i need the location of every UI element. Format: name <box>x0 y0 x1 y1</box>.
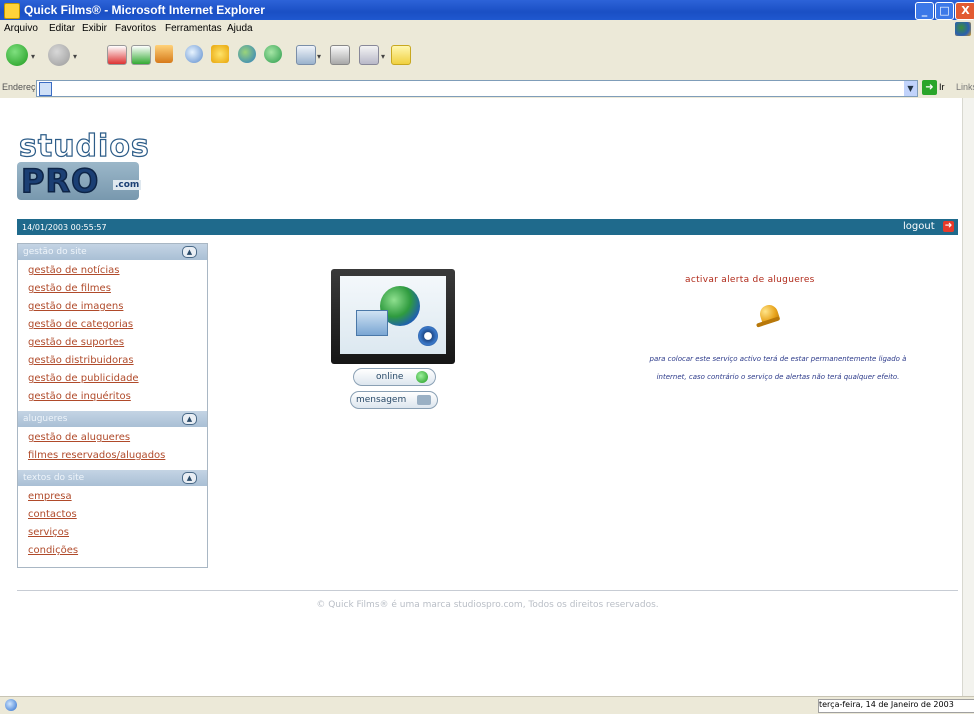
section-textos-site-header[interactable]: textos do site ▲ <box>18 470 207 486</box>
go-arrow-icon[interactable]: ➜ <box>922 80 937 95</box>
forward-icon[interactable] <box>48 44 70 66</box>
message-button[interactable]: mensagem <box>350 391 438 409</box>
alert-notice-line1: para colocar este serviço activo terá de… <box>649 355 907 363</box>
menu-item-contactos[interactable]: contactos <box>28 509 77 520</box>
menu-item-gestao-publicidade[interactable]: gestão de publicidade <box>28 373 139 384</box>
mail-dropdown-icon[interactable]: ▾ <box>317 52 321 61</box>
online-status-icon <box>416 371 428 383</box>
menu-item-gestao-distribuidoras[interactable]: gestão distribuidoras <box>28 355 134 366</box>
status-bar: terça-feira, 14 de Janeiro de 2003 <box>0 696 974 714</box>
menu-ajuda[interactable]: Ajuda <box>227 23 253 34</box>
menu-bar: Arquivo Editar Exibir Favoritos Ferramen… <box>0 20 974 39</box>
message-label: mensagem <box>356 395 407 405</box>
window-title-bar: Quick Films® - Microsoft Internet Explor… <box>0 0 974 20</box>
address-dropdown-icon[interactable]: ▼ <box>904 81 917 96</box>
alert-notice: para colocar este serviço activo terá de… <box>600 350 956 386</box>
refresh-icon[interactable] <box>131 45 151 65</box>
section-title: gestão do site <box>23 247 87 257</box>
menu-item-empresa[interactable]: empresa <box>28 491 72 502</box>
forward-dropdown-icon[interactable]: ▾ <box>73 52 77 61</box>
clock-tooltip: terça-feira, 14 de Janeiro de 2003 <box>818 699 974 713</box>
online-monitor-image <box>331 269 455 364</box>
history-icon[interactable] <box>264 45 282 63</box>
ie-app-icon <box>4 3 20 19</box>
menu-item-gestao-filmes[interactable]: gestão de filmes <box>28 283 111 294</box>
online-button[interactable]: online <box>353 368 436 386</box>
vertical-scrollbar[interactable] <box>962 98 974 696</box>
section-alugueres-header[interactable]: alugueres ▲ <box>18 411 207 427</box>
menu-editar[interactable]: Editar <box>49 23 75 34</box>
toolbar: ▾ ▾ ▾ ▾ <box>0 38 974 79</box>
logo-line1: studios <box>18 129 150 164</box>
print-icon[interactable] <box>330 45 350 65</box>
menu-exibir[interactable]: Exibir <box>82 23 107 34</box>
edit-icon[interactable] <box>359 45 379 65</box>
messenger-icon[interactable] <box>391 45 411 65</box>
status-strip: 14/01/2003 00:55:57 logout ➜ <box>17 219 958 235</box>
menu-item-gestao-categorias[interactable]: gestão de categorias <box>28 319 133 330</box>
activate-alert-link[interactable]: activar alerta de alugueres <box>685 275 815 285</box>
logout-link[interactable]: logout <box>903 221 935 232</box>
logo-suffix: .com <box>113 180 142 190</box>
window-title: Quick Films® - Microsoft Internet Explor… <box>24 3 265 17</box>
stop-icon[interactable] <box>107 45 127 65</box>
page-icon <box>39 82 52 96</box>
collapse-arrow-icon[interactable]: ▲ <box>182 413 197 425</box>
alert-notice-line2: internet, caso contrário o serviço de al… <box>656 373 900 381</box>
edit-dropdown-icon[interactable]: ▾ <box>381 52 385 61</box>
current-datetime: 14/01/2003 00:55:57 <box>22 223 107 232</box>
menu-item-gestao-imagens[interactable]: gestão de imagens <box>28 301 123 312</box>
close-button[interactable]: X <box>955 2 974 20</box>
search-icon[interactable] <box>185 45 203 63</box>
menu-ferramentas[interactable]: Ferramentas <box>165 23 222 34</box>
menu-item-gestao-alugueres[interactable]: gestão de alugueres <box>28 432 130 443</box>
menu-item-gestao-suportes[interactable]: gestão de suportes <box>28 337 124 348</box>
computer-icon <box>356 310 388 336</box>
go-button[interactable]: Ir <box>939 82 945 92</box>
footer-divider <box>17 590 958 591</box>
minimize-button[interactable]: _ <box>915 2 934 20</box>
collapse-arrow-icon[interactable]: ▲ <box>182 472 197 484</box>
menu-item-gestao-inqueritos[interactable]: gestão de inquéritos <box>28 391 131 402</box>
monitor-screen <box>340 276 446 354</box>
mail-icon[interactable] <box>296 45 316 65</box>
windows-flag-icon <box>955 22 971 36</box>
back-dropdown-icon[interactable]: ▾ <box>31 52 35 61</box>
favorites-icon[interactable] <box>211 45 229 63</box>
maximize-button[interactable]: □ <box>935 2 954 20</box>
address-input[interactable]: ▼ <box>36 80 918 97</box>
media-icon[interactable] <box>238 45 256 63</box>
logo-plate: PRO .com <box>17 162 142 200</box>
address-bar: Endereço ▼ ➜ Ir Links <box>0 78 974 99</box>
address-label: Endereço <box>2 82 41 92</box>
copyright-footer: © Quick Films® é uma marca studiospro.co… <box>316 600 659 610</box>
target-icon <box>418 326 438 346</box>
ie-status-icon <box>5 699 17 711</box>
menu-item-gestao-noticias[interactable]: gestão de notícias <box>28 265 120 276</box>
home-icon[interactable] <box>155 45 173 63</box>
links-button[interactable]: Links <box>956 82 974 92</box>
collapse-arrow-icon[interactable]: ▲ <box>182 246 197 258</box>
page-viewport: studios PRO .com 14/01/2003 00:55:57 log… <box>0 98 962 696</box>
menu-item-servicos[interactable]: serviços <box>28 527 69 538</box>
studios-pro-logo: studios PRO .com <box>17 131 149 202</box>
menu-arquivo[interactable]: Arquivo <box>4 23 38 34</box>
online-label: online <box>376 372 404 382</box>
back-icon[interactable] <box>6 44 28 66</box>
logo-line2: PRO <box>20 162 100 200</box>
section-title: textos do site <box>23 473 85 483</box>
section-gestao-site-header[interactable]: gestão do site ▲ <box>18 244 207 260</box>
menu-item-filmes-reservados[interactable]: filmes reservados/alugados <box>28 450 165 461</box>
menu-item-condicoes[interactable]: condições <box>28 545 78 556</box>
side-menu: gestão do site ▲ gestão de notícias gest… <box>17 243 208 568</box>
menu-favoritos[interactable]: Favoritos <box>115 23 156 34</box>
envelope-icon <box>417 395 431 405</box>
section-title: alugueres <box>23 414 68 424</box>
logout-icon[interactable]: ➜ <box>943 221 954 232</box>
